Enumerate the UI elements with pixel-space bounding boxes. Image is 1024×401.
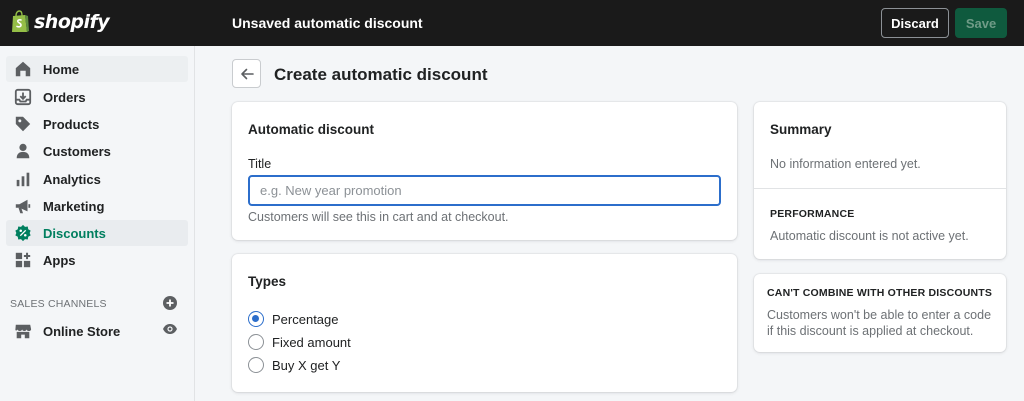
discard-button[interactable]: Discard bbox=[881, 8, 949, 38]
sidebar-item-products[interactable]: Products bbox=[6, 111, 188, 137]
sidebar-item-label: Home bbox=[43, 61, 80, 77]
sidebar-item-label: Online Store bbox=[43, 323, 121, 339]
bar-chart-icon bbox=[13, 169, 33, 189]
sidebar-item-label: Analytics bbox=[43, 171, 101, 187]
brand-name: shopify bbox=[34, 11, 110, 33]
top-bar: shopify Unsaved automatic discount Disca… bbox=[0, 0, 1024, 46]
radio-label: Buy X get Y bbox=[272, 357, 341, 373]
summary-empty-text: No information entered yet. bbox=[770, 157, 921, 171]
orders-icon bbox=[13, 87, 33, 107]
sidebar-item-label: Customers bbox=[43, 143, 111, 159]
sales-channels-label: SALES CHANNELS bbox=[10, 298, 107, 310]
combine-card: CAN'T COMBINE WITH OTHER DISCOUNTS Custo… bbox=[754, 274, 1006, 352]
sidebar-item-label: Discounts bbox=[43, 225, 106, 241]
divider bbox=[754, 188, 1006, 189]
tag-icon bbox=[13, 114, 33, 134]
discount-icon bbox=[13, 223, 33, 243]
title-input[interactable] bbox=[248, 175, 721, 206]
title-label: Title bbox=[248, 157, 272, 171]
sidebar-item-apps[interactable]: Apps bbox=[6, 247, 188, 273]
card-heading: Types bbox=[248, 274, 287, 289]
sidebar-item-label: Marketing bbox=[43, 198, 105, 214]
sidebar-item-online-store[interactable]: Online Store bbox=[6, 318, 188, 344]
types-card: Types Percentage Fixed amount Buy X get … bbox=[232, 254, 737, 392]
sidebar-item-label: Apps bbox=[43, 252, 76, 268]
radio-label: Percentage bbox=[272, 311, 339, 327]
sidebar-item-label: Products bbox=[43, 116, 100, 132]
performance-text: Automatic discount is not active yet. bbox=[770, 229, 969, 243]
summary-card: Summary No information entered yet. PERF… bbox=[754, 102, 1006, 259]
megaphone-icon bbox=[13, 196, 33, 216]
sidebar-item-analytics[interactable]: Analytics bbox=[6, 166, 188, 192]
sidebar-item-customers[interactable]: Customers bbox=[6, 138, 188, 164]
save-button[interactable]: Save bbox=[955, 8, 1007, 38]
shopify-bag-icon bbox=[12, 10, 29, 32]
sidebar-item-orders[interactable]: Orders bbox=[6, 84, 188, 110]
combine-text: Customers won't be able to enter a code … bbox=[767, 308, 992, 338]
eye-icon[interactable] bbox=[162, 323, 178, 335]
main-content: Create automatic discount Automatic disc… bbox=[196, 46, 1024, 401]
sidebar: Home Orders Products Customers Analytics… bbox=[0, 46, 195, 401]
performance-label: PERFORMANCE bbox=[770, 208, 855, 220]
card-heading: Automatic discount bbox=[248, 122, 375, 137]
radio-button[interactable] bbox=[248, 311, 264, 327]
radio-label: Fixed amount bbox=[272, 334, 351, 350]
radio-button[interactable] bbox=[248, 357, 264, 373]
title-help-text: Customers will see this in cart and at c… bbox=[248, 210, 509, 224]
store-icon bbox=[13, 321, 33, 341]
shopify-logo[interactable]: shopify bbox=[10, 10, 110, 34]
type-option-buy-x-get-y[interactable]: Buy X get Y bbox=[248, 357, 340, 373]
page-title: Create automatic discount bbox=[274, 65, 488, 84]
combine-heading: CAN'T COMBINE WITH OTHER DISCOUNTS bbox=[767, 287, 993, 299]
arrow-left-icon bbox=[240, 68, 254, 79]
type-option-percentage[interactable]: Percentage bbox=[248, 311, 339, 327]
apps-icon bbox=[13, 250, 33, 270]
home-icon bbox=[13, 59, 33, 79]
sidebar-item-marketing[interactable]: Marketing bbox=[6, 193, 188, 219]
add-channel-icon[interactable] bbox=[163, 296, 177, 310]
type-option-fixed-amount[interactable]: Fixed amount bbox=[248, 334, 351, 350]
sidebar-item-discounts[interactable]: Discounts bbox=[6, 220, 188, 246]
sidebar-item-label: Orders bbox=[43, 89, 86, 105]
back-button[interactable] bbox=[232, 59, 261, 88]
automatic-discount-card: Automatic discount Title Customers will … bbox=[232, 102, 737, 240]
card-heading: Summary bbox=[770, 122, 832, 137]
radio-button[interactable] bbox=[248, 334, 264, 350]
unsaved-title: Unsaved automatic discount bbox=[232, 15, 423, 31]
sidebar-item-home[interactable]: Home bbox=[6, 56, 188, 82]
person-icon bbox=[13, 141, 33, 161]
